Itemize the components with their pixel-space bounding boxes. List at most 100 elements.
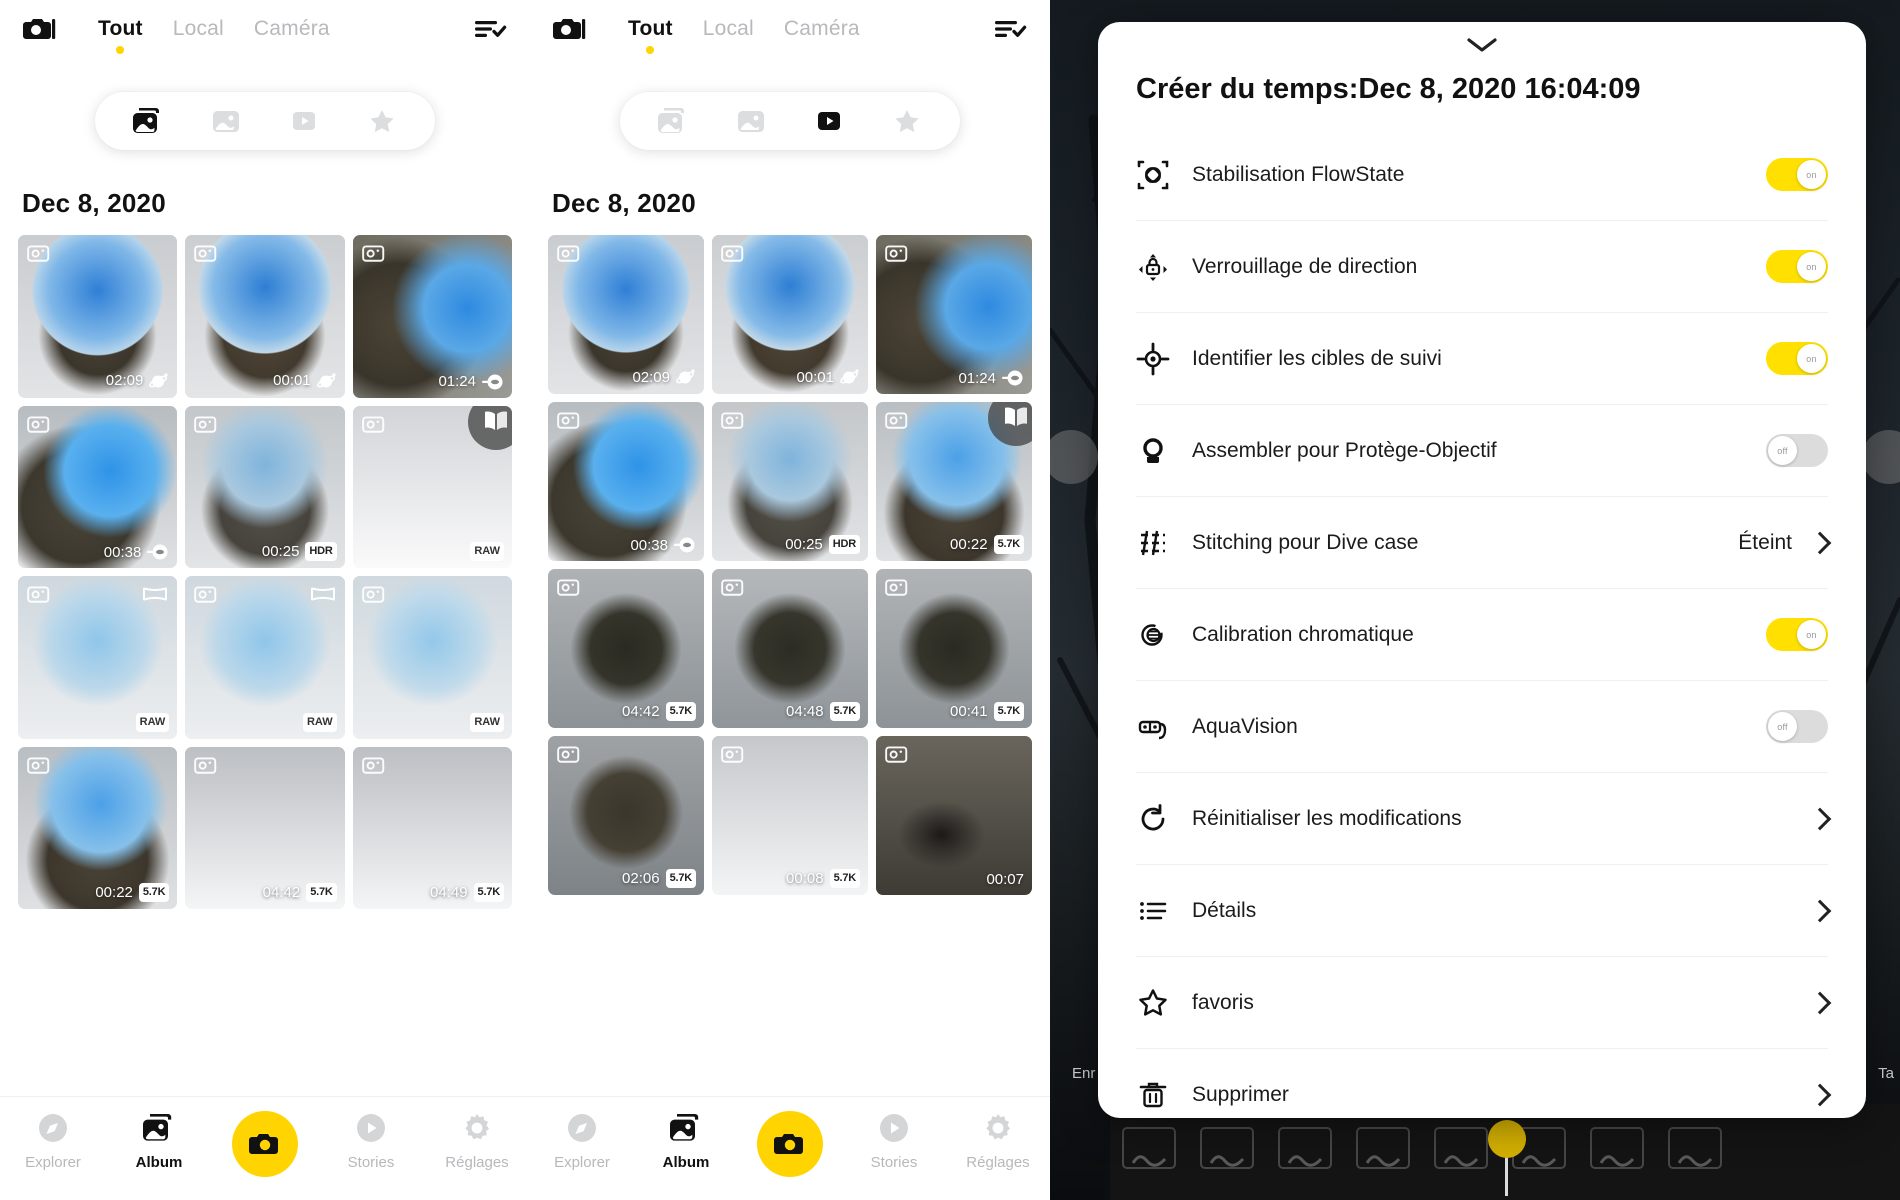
shutter-camera-icon[interactable] xyxy=(757,1111,823,1177)
tab-local[interactable]: Local xyxy=(173,17,224,41)
option-details[interactable]: Détails xyxy=(1136,865,1832,958)
nav-settings[interactable]: Réglages xyxy=(950,1109,1046,1171)
duration-badge: 00:01 xyxy=(796,367,860,387)
camera-source-icon xyxy=(885,244,908,263)
media-cell[interactable]: 00:01 xyxy=(185,235,345,398)
format-tag: RAW xyxy=(470,712,504,732)
toggle-switch[interactable]: on xyxy=(1766,250,1828,284)
option-label: Verrouillage de direction xyxy=(1192,254,1418,278)
photo-filter[interactable] xyxy=(712,92,790,150)
camera-source-icon xyxy=(885,411,908,430)
media-cell[interactable]: 02:09 xyxy=(18,235,178,398)
format-tag: RAW xyxy=(135,712,170,732)
media-cell[interactable]: 00:07 xyxy=(876,736,1032,896)
media-cell[interactable]: 04:48 5.7K xyxy=(712,569,868,729)
nav-stories[interactable]: Stories xyxy=(846,1109,942,1171)
option-label: favoris xyxy=(1192,990,1254,1014)
nav-settings[interactable]: Réglages xyxy=(429,1109,525,1171)
option-lens-guard-stitching[interactable]: Assembler pour Protège-Objectif off xyxy=(1136,405,1828,498)
media-cell[interactable]: RAW xyxy=(352,576,512,739)
media-cell[interactable]: 00:08 5.7K xyxy=(712,736,868,896)
media-cell[interactable]: 04:49 5.7K xyxy=(352,746,512,909)
toggle-switch[interactable]: on xyxy=(1766,618,1828,652)
media-cell[interactable]: 00:25 HDR xyxy=(712,402,868,562)
all-media-filter[interactable] xyxy=(634,92,712,150)
camera-source-icon xyxy=(721,244,744,263)
option-label: Supprimer xyxy=(1192,1083,1289,1107)
media-cell[interactable]: 00:01 xyxy=(712,235,868,395)
camera-icon[interactable] xyxy=(552,16,586,42)
tab-bar-left: Tout Local Caméra xyxy=(98,17,330,41)
toggle-switch[interactable]: on xyxy=(1766,158,1828,192)
nav-album[interactable]: Album xyxy=(638,1109,734,1171)
media-cell[interactable]: 04:42 5.7K xyxy=(548,569,704,729)
timeline-thumb[interactable] xyxy=(1434,1127,1488,1169)
playhead[interactable] xyxy=(1487,1120,1526,1196)
option-flowstate-stabilization[interactable]: Stabilisation FlowState on xyxy=(1136,129,1828,222)
chevron-right-icon[interactable] xyxy=(1808,991,1832,1015)
star-icon[interactable] xyxy=(343,92,421,150)
toggle-switch[interactable]: off xyxy=(1766,434,1828,468)
media-cell[interactable]: 04:42 5.7K xyxy=(185,746,345,909)
tab-camera[interactable]: Caméra xyxy=(254,17,330,41)
media-cell[interactable]: 00:22 5.7K xyxy=(876,402,1032,562)
sort-check-icon[interactable] xyxy=(474,16,508,42)
chevron-right-icon[interactable] xyxy=(1808,899,1832,923)
option-favorites[interactable]: favoris xyxy=(1136,957,1832,1050)
playhead-handle[interactable] xyxy=(1487,1120,1526,1158)
timeline-thumb[interactable] xyxy=(1122,1127,1176,1169)
media-cell[interactable]: RAW xyxy=(18,576,178,739)
timeline-thumb[interactable] xyxy=(1356,1127,1410,1169)
media-cell[interactable]: 00:41 5.7K xyxy=(876,569,1032,729)
chevron-right-icon[interactable] xyxy=(1808,531,1832,555)
tab-local[interactable]: Local xyxy=(703,17,754,41)
media-cell[interactable]: 02:06 5.7K xyxy=(548,736,704,896)
timeline-thumb[interactable] xyxy=(1668,1127,1722,1169)
tab-camera[interactable]: Caméra xyxy=(784,17,860,41)
chevron-right-icon[interactable] xyxy=(1808,807,1832,831)
chevron-right-icon[interactable] xyxy=(1808,1084,1832,1107)
media-cell[interactable]: RAW xyxy=(352,405,512,568)
media-cell[interactable]: 00:22 5.7K xyxy=(18,746,178,909)
tab-tout[interactable]: Tout xyxy=(628,17,673,41)
media-cell[interactable]: RAW xyxy=(185,576,345,739)
nav-stories[interactable]: Stories xyxy=(323,1109,419,1171)
timeline-thumb-strip[interactable] xyxy=(1110,1120,1900,1196)
timeline-thumb[interactable] xyxy=(1590,1127,1644,1169)
nav-album[interactable]: Album xyxy=(111,1109,207,1171)
option-chromatic-calibration[interactable]: Calibration chromatique on xyxy=(1136,589,1828,682)
option-delete[interactable]: Supprimer xyxy=(1136,1049,1832,1118)
toggle-switch[interactable]: on xyxy=(1766,342,1828,376)
video-filter[interactable] xyxy=(790,92,868,150)
option-dive-case-stitching[interactable]: Stitching pour Dive case Éteint xyxy=(1136,497,1832,590)
media-cell[interactable]: 00:38 xyxy=(548,402,704,562)
sort-check-icon[interactable] xyxy=(994,16,1028,42)
toggle-switch[interactable]: off xyxy=(1766,710,1828,744)
camera-icon[interactable] xyxy=(22,16,56,42)
timeline-thumb[interactable] xyxy=(1200,1127,1254,1169)
all-media-filter[interactable] xyxy=(109,92,187,150)
option-identify-tracking-targets[interactable]: Identifier les cibles de suivi on xyxy=(1136,313,1828,406)
media-cell[interactable]: 00:25 HDR xyxy=(185,405,345,568)
shutter-camera-icon[interactable] xyxy=(232,1111,298,1177)
timeline-toolbar[interactable] xyxy=(1110,1104,1900,1200)
media-cell[interactable]: 01:24 xyxy=(876,235,1032,395)
format-tag: HDR xyxy=(828,535,860,555)
option-direction-lock[interactable]: Verrouillage de direction on xyxy=(1136,221,1828,314)
nav-shutter[interactable] xyxy=(217,1109,313,1177)
media-cell[interactable]: 01:24 xyxy=(352,235,512,398)
tab-tout[interactable]: Tout xyxy=(98,17,143,41)
media-cell[interactable]: 00:38 xyxy=(18,405,178,568)
photo-filter[interactable] xyxy=(187,92,265,150)
options-bottom-sheet: Créer du temps:Dec 8, 2020 16:04:09 Stab… xyxy=(1098,22,1866,1118)
chevron-down-icon[interactable] xyxy=(1098,22,1866,68)
timeline-thumb[interactable] xyxy=(1278,1127,1332,1169)
nav-shutter[interactable] xyxy=(742,1109,838,1177)
option-aquavision[interactable]: AquaVision off xyxy=(1136,681,1828,774)
nav-explorer[interactable]: Explorer xyxy=(5,1109,101,1171)
nav-explorer[interactable]: Explorer xyxy=(534,1109,630,1171)
video-filter[interactable] xyxy=(265,92,343,150)
media-cell[interactable]: 02:09 xyxy=(548,235,704,395)
star-icon[interactable] xyxy=(868,92,946,150)
option-reset-edits[interactable]: Réinitialiser les modifications xyxy=(1136,773,1832,866)
